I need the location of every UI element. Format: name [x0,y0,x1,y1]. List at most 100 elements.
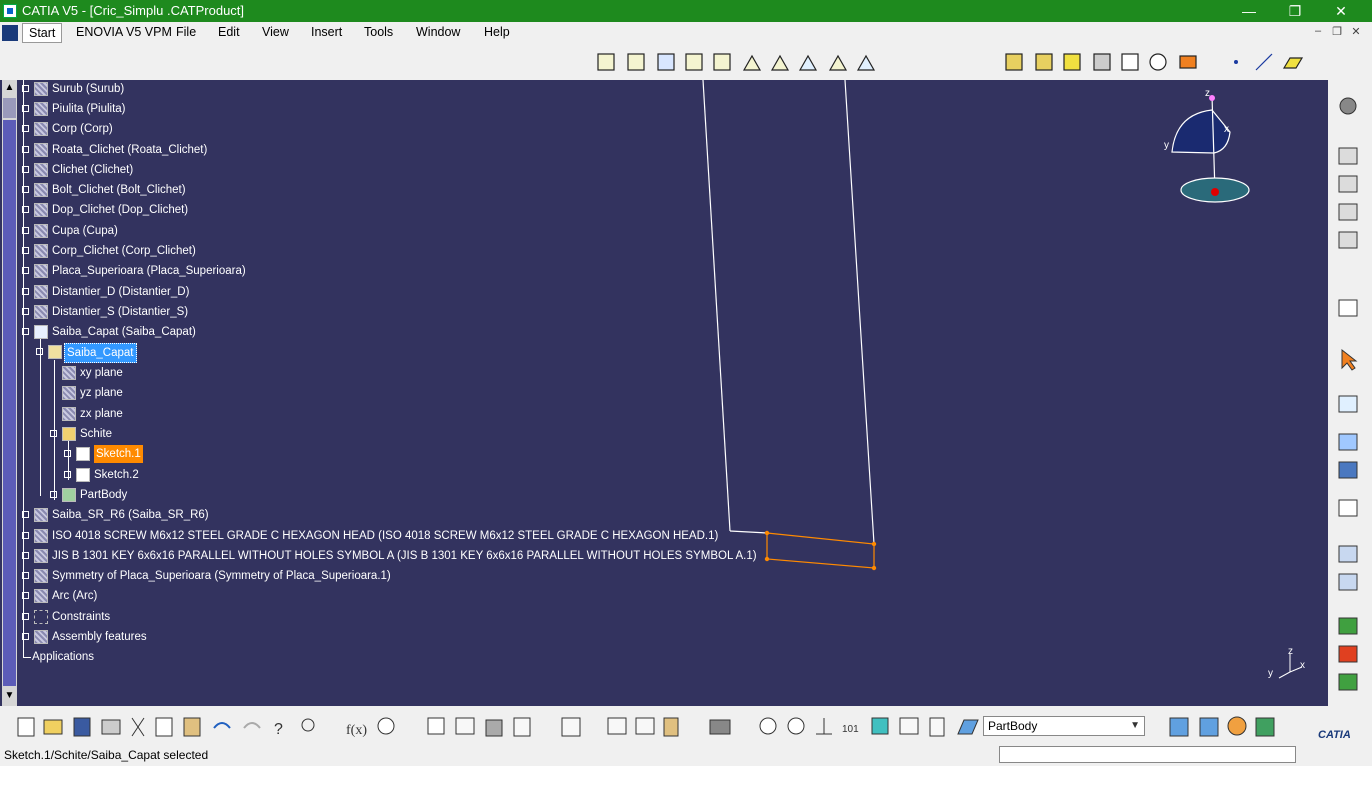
scroll-up-button[interactable]: ▲ [2,82,17,96]
current-body-select[interactable]: PartBody ▼ [983,716,1145,736]
plane-icon [62,407,76,421]
line-icon [1255,53,1273,71]
menu-bar: Start ENOVIA V5 VPM File Edit View Inser… [0,22,1372,44]
menu-edit[interactable]: Edit [218,25,240,39]
tree-scrollbar[interactable]: ▲ ▼ [2,80,17,706]
product-icon [34,549,48,563]
close-button[interactable]: ✕ [1318,0,1364,22]
constraint-icon-2 [1338,175,1358,193]
catia-menu-icon[interactable] [2,25,18,41]
undo-icon [213,722,231,729]
sketch-1-geometry [764,530,877,571]
mdi-restore-button[interactable]: ❐ [1329,25,1345,41]
catalog-icon [513,717,531,737]
sketch-tool-icon-1 [597,53,615,71]
table-icon [427,717,445,735]
tree-expand-icon [455,717,475,735]
gear-icon [1339,97,1357,115]
geometrical-set-icon [62,427,76,441]
feature-icon-2 [1338,461,1358,479]
product-icon [34,508,48,522]
sketch-tool-icon-7 [770,54,790,71]
product-icon [34,569,48,583]
menu-start[interactable]: Start [22,23,63,43]
arrow-cursor-icon [1341,348,1358,371]
measure-icon [607,717,627,735]
bottom-toolbar: ? f(x) 101 CATIA [0,706,1372,744]
menu-view[interactable]: View [262,25,289,39]
cut-icon [131,717,145,737]
open-icon [43,719,63,735]
status-text: Sketch.1/Schite/Saiba_Capat selected [4,748,209,762]
product-icon [34,244,48,258]
swap-icon [561,717,581,737]
menu-help[interactable]: Help [484,25,510,39]
scroll-thumb[interactable] [3,98,16,118]
top-toolbar [0,44,1372,80]
product-icon [34,529,48,543]
sketch-tool-icon-6 [742,54,762,71]
body-icon [62,488,76,502]
product-icon [34,264,48,278]
triad-z-label: z [1288,646,1293,657]
hide-show-icon [899,717,919,735]
layers-icon [929,717,945,737]
right-toolbar [1328,80,1372,706]
sketch-toolbar-icons [597,53,1304,71]
feature-icon-8 [1338,673,1358,691]
product-icon [34,102,48,116]
mdi-close-button[interactable]: ✕ [1348,25,1364,41]
pan-icon [787,717,805,735]
triad-x-label: x [1300,660,1305,671]
menu-tools[interactable]: Tools [364,25,393,39]
minimize-button[interactable]: — [1226,0,1272,22]
redo-icon [243,722,261,729]
feature-icon-5 [1338,573,1358,591]
paste-icon [183,717,201,737]
tool-icon-a [1169,717,1189,737]
product-icon [34,143,48,157]
triad-y-label: y [1268,668,1273,679]
sketch-icon [76,468,90,482]
save-icon [73,717,91,737]
binary-icon: 101 [842,724,859,735]
feature-icon-4 [1338,545,1358,563]
part-icon [48,345,62,359]
compass-y-label: y [1164,140,1169,151]
product-icon [34,122,48,136]
tool-icon-d [1255,717,1275,737]
feature-icon-7 [1338,645,1358,663]
menu-file[interactable]: File [176,25,196,39]
title-bar: CATIA V5 - [Cric_Simplu .CATProduct] — ❐… [0,0,1372,22]
app-icon [3,4,17,18]
cube-icon [871,717,889,735]
assembly-features-icon [34,630,48,644]
axis-triad [1278,654,1303,679]
product-icon [34,325,48,339]
product-icon [34,285,48,299]
scroll-track[interactable] [3,120,16,686]
part-outline [702,80,875,545]
menu-insert[interactable]: Insert [311,25,342,39]
comment-icon [377,717,395,735]
scroll-down-button[interactable]: ▼ [2,690,17,704]
sketch-tool-icon-10 [856,54,876,71]
maximize-button[interactable]: ❐ [1272,0,1318,22]
product-icon [34,224,48,238]
fly-icon [759,717,777,735]
sketch-tool-icon-5 [713,53,731,71]
menu-window[interactable]: Window [416,25,460,39]
analysis-icon [635,717,655,735]
product-icon [34,163,48,177]
command-input[interactable] [999,746,1296,763]
feature-icon-3 [1338,499,1358,517]
mdi-minimize-button[interactable]: – [1310,25,1326,41]
feature-icon-1 [1338,433,1358,451]
analysis-icon [1338,395,1358,413]
plane-icon [1282,57,1304,69]
product-icon [34,589,48,603]
feature-icon-6 [1338,617,1358,635]
menu-enovia[interactable]: ENOVIA V5 VPM [76,25,172,39]
tool-icon-c [1227,716,1247,736]
product-icon [34,82,48,96]
